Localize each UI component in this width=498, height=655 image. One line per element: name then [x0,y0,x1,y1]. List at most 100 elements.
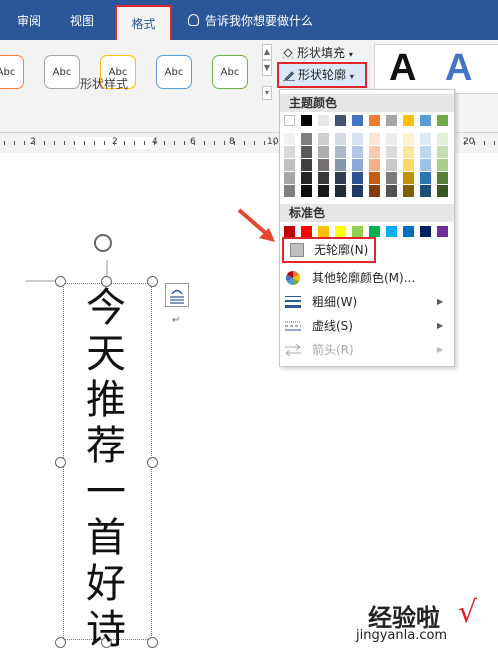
resize-handle-top-left[interactable] [55,276,66,287]
shape-style-option[interactable]: Abc [0,55,24,89]
theme-shade-swatch[interactable] [437,185,448,197]
resize-handle-bottom-right[interactable] [147,637,158,648]
theme-color-swatch[interactable] [369,115,380,126]
theme-shade-swatch[interactable] [301,159,312,171]
theme-shade-swatch[interactable] [403,133,414,145]
resize-handle-right[interactable] [147,457,158,468]
theme-shade-swatch[interactable] [437,172,448,184]
theme-color-swatch[interactable] [352,115,363,126]
theme-shade-swatch[interactable] [284,133,295,145]
theme-color-swatch[interactable] [318,115,329,126]
theme-color-swatch[interactable] [437,115,448,126]
more-outline-colors-item[interactable]: 其他轮廓颜色(M)... [280,267,454,289]
weight-item[interactable]: 粗细(W) ▶ [280,291,454,313]
resize-handle-bottom-left[interactable] [55,637,66,648]
dashes-item[interactable]: 虚线(S) ▶ [280,315,454,337]
theme-shade-swatch[interactable] [437,159,448,171]
standard-color-swatch[interactable] [352,226,363,237]
theme-shade-swatch[interactable] [352,159,363,171]
theme-shade-swatch[interactable] [437,146,448,158]
theme-shade-swatch[interactable] [369,185,380,197]
theme-shade-swatch[interactable] [318,146,329,158]
theme-shade-swatch[interactable] [420,159,431,171]
standard-color-swatch[interactable] [437,226,448,237]
shape-fill-button[interactable]: 形状填充 ▾ [282,44,353,62]
theme-shade-swatch[interactable] [301,133,312,145]
theme-shade-swatch[interactable] [335,185,346,197]
theme-color-swatch[interactable] [284,115,295,126]
theme-shade-swatch[interactable] [335,172,346,184]
theme-shade-swatch[interactable] [301,172,312,184]
theme-shade-swatch[interactable] [318,159,329,171]
theme-shade-swatch[interactable] [403,185,414,197]
shape-outline-button[interactable]: 形状轮廓 ▾ [277,62,367,88]
theme-shade-swatch[interactable] [335,159,346,171]
theme-color-swatch[interactable] [403,115,414,126]
theme-shade-swatch[interactable] [386,159,397,171]
theme-shade-swatch[interactable] [335,146,346,158]
theme-shade-swatch[interactable] [352,172,363,184]
wordart-black-a[interactable]: A [389,47,416,90]
shape-style-option[interactable]: Abc [212,55,248,89]
theme-shade-swatch[interactable] [301,146,312,158]
tab-review[interactable]: 审阅 [17,0,41,40]
resize-handle-left[interactable] [55,457,66,468]
theme-shade-swatch[interactable] [386,185,397,197]
standard-color-swatch[interactable] [403,226,414,237]
wordart-gallery[interactable]: A A [374,44,498,94]
standard-color-swatch[interactable] [420,226,431,237]
theme-shade-swatch[interactable] [420,185,431,197]
tab-format[interactable]: 格式 [115,5,172,40]
theme-shade-swatch[interactable] [369,146,380,158]
theme-shade-swatch[interactable] [369,159,380,171]
theme-shade-swatch[interactable] [403,146,414,158]
shape-style-option[interactable]: Abc [156,55,192,89]
standard-color-swatch[interactable] [284,226,295,237]
gallery-scroll-down[interactable]: ▼ [262,60,272,76]
theme-shade-swatch[interactable] [386,146,397,158]
theme-shade-swatch[interactable] [403,172,414,184]
shape-style-option[interactable]: Abc [44,55,80,89]
theme-shade-swatch[interactable] [369,172,380,184]
theme-shade-swatch[interactable] [403,159,414,171]
no-outline-item[interactable]: 无轮廓(N) [282,237,376,263]
theme-color-swatch[interactable] [420,115,431,126]
theme-shade-swatch[interactable] [386,133,397,145]
theme-shade-swatch[interactable] [437,133,448,145]
gallery-scroll-up[interactable]: ▲ [262,44,272,60]
theme-shade-swatch[interactable] [284,185,295,197]
theme-color-swatch[interactable] [386,115,397,126]
layout-options-icon[interactable] [165,283,189,307]
theme-color-swatch[interactable] [335,115,346,126]
theme-shade-swatch[interactable] [284,159,295,171]
theme-shade-swatch[interactable] [284,146,295,158]
theme-shade-swatch[interactable] [335,133,346,145]
theme-shade-swatch[interactable] [301,185,312,197]
standard-color-swatch[interactable] [301,226,312,237]
resize-handle-top-right[interactable] [147,276,158,287]
wordart-blue-a[interactable]: A [445,47,472,90]
theme-shade-swatch[interactable] [386,172,397,184]
standard-color-swatch[interactable] [318,226,329,237]
theme-shade-swatch[interactable] [284,172,295,184]
tab-view[interactable]: 视图 [70,0,94,40]
theme-shade-swatch[interactable] [318,172,329,184]
theme-shade-swatch[interactable] [318,185,329,197]
tell-me-search[interactable]: 告诉我你想要做什么 [188,0,313,40]
theme-shade-swatch[interactable] [352,185,363,197]
vertical-poem-text[interactable]: 今 天 推 荐 一 首 好 诗 [86,285,126,653]
ruler-tick [134,141,135,145]
gallery-more[interactable]: ▾ [262,86,272,100]
theme-shade-swatch[interactable] [420,146,431,158]
theme-shade-swatch[interactable] [352,146,363,158]
theme-shade-swatch[interactable] [420,133,431,145]
theme-shade-swatch[interactable] [420,172,431,184]
standard-color-swatch[interactable] [335,226,346,237]
rotate-handle[interactable] [94,234,112,252]
theme-shade-swatch[interactable] [369,133,380,145]
standard-color-swatch[interactable] [386,226,397,237]
theme-shade-swatch[interactable] [352,133,363,145]
standard-color-swatch[interactable] [369,226,380,237]
theme-shade-swatch[interactable] [318,133,329,145]
theme-color-swatch[interactable] [301,115,312,126]
